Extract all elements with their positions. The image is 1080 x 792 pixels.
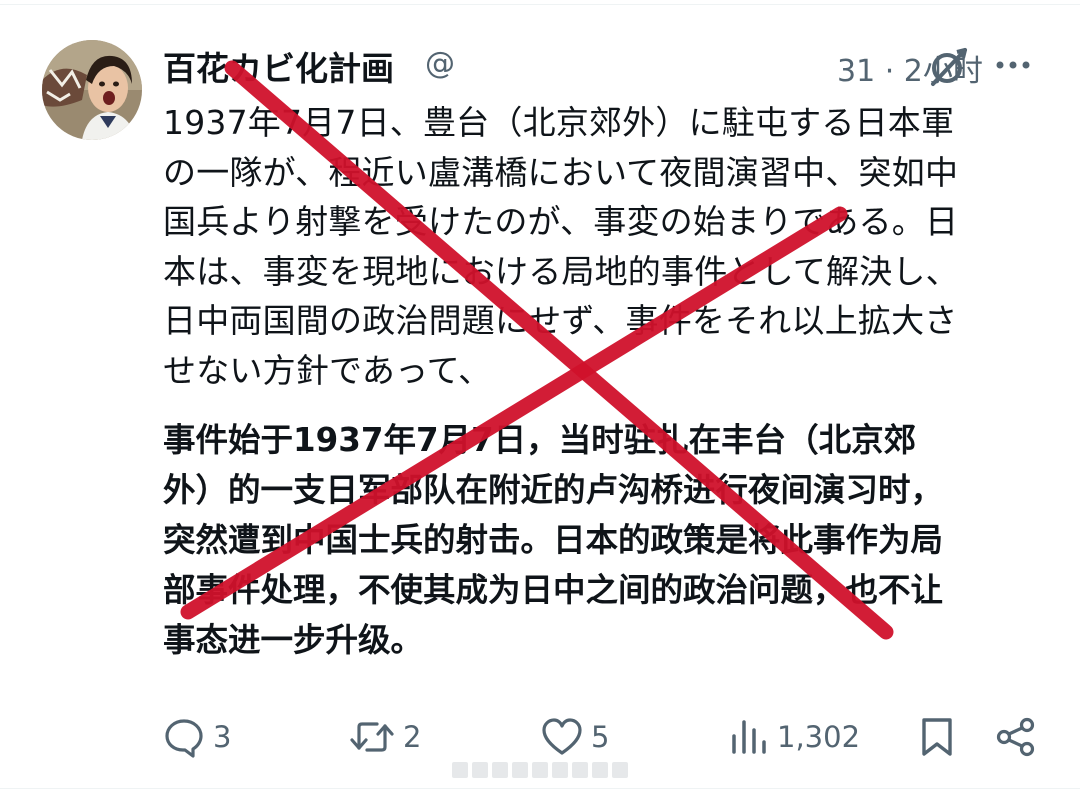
grok-icon[interactable] [927, 44, 971, 88]
share-icon [995, 716, 1037, 758]
user-handle[interactable]: @ [425, 46, 605, 81]
obscured-region [605, 38, 837, 98]
like-icon [541, 716, 583, 758]
tweet-text-japanese: 1937年7月7日、豊台（北京郊外）に駐屯する日本軍 の一隊が、程近い盧溝橋にお… [163, 103, 959, 390]
like-button[interactable]: 5 [541, 712, 609, 762]
retweet-button[interactable]: 2 [349, 712, 421, 762]
view-count: 1,302 [777, 720, 861, 754]
share-button[interactable] [995, 712, 1037, 762]
tweet-text-chinese: 事件始于1937年7月7日，当时驻扎在丰台（北京郊 外）的一支日军部队在附近的卢… [163, 421, 944, 659]
more-icon[interactable] [993, 50, 1033, 80]
retweet-count: 2 [403, 720, 422, 754]
reply-button[interactable]: 3 [163, 712, 231, 762]
watermark [452, 762, 632, 780]
action-bar: 3 2 5 1,302 [163, 712, 1043, 762]
views-button[interactable]: 1,302 [729, 712, 860, 762]
bottom-divider [0, 788, 1080, 789]
like-count: 5 [591, 720, 610, 754]
views-icon [729, 716, 769, 758]
display-name[interactable]: 百花カビ化計画 [163, 42, 394, 90]
top-divider [0, 4, 1080, 5]
bookmark-icon [919, 716, 955, 758]
bookmark-button[interactable] [919, 712, 955, 762]
reply-count: 3 [213, 720, 232, 754]
retweet-icon [349, 716, 395, 758]
tweet-header: 百花カビ化計画 @ 31 · 2小时 [163, 38, 1043, 98]
reply-icon [163, 716, 205, 758]
avatar[interactable] [42, 40, 142, 140]
